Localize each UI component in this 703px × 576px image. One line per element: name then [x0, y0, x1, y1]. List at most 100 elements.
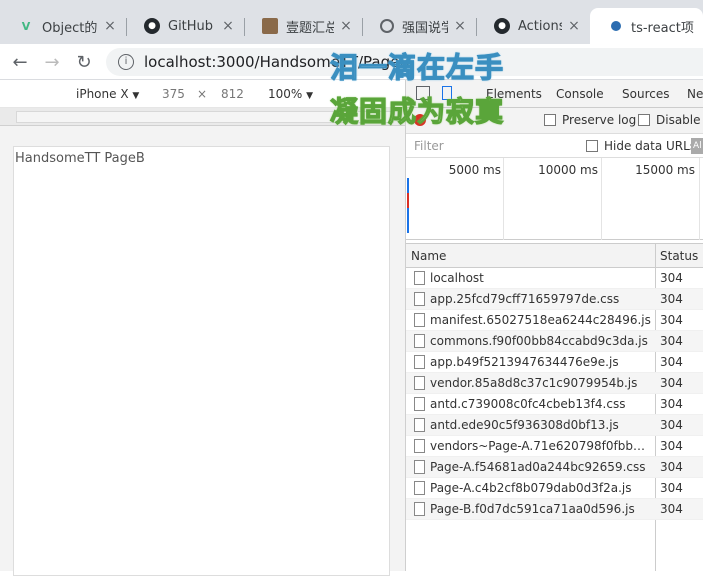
tab-title: Actions ·	[518, 18, 562, 34]
request-name: Page-A.f54681ad0a244bc92659.css	[430, 460, 646, 474]
globe-icon	[380, 19, 394, 33]
request-status: 304	[660, 439, 683, 453]
info-icon[interactable]: i	[118, 54, 134, 70]
preserve-log-checkbox[interactable]	[544, 114, 556, 126]
table-row[interactable]: commons.f90f00bb84ccabd9c3da.js 304	[406, 331, 703, 352]
request-name: app.25fcd79cff71659797de.css	[430, 292, 620, 306]
avatar-icon	[262, 18, 278, 34]
tab-title: Object的	[42, 20, 98, 36]
dot-icon	[611, 21, 621, 31]
document-icon	[414, 355, 425, 369]
device-screen[interactable]: HandsomeTT PageB	[13, 146, 390, 576]
devtools-panel: Elements Console Sources Ne Preserve log…	[405, 80, 703, 571]
all-filter-button[interactable]: Al	[691, 138, 703, 154]
timeline-label: 10000 ms	[538, 163, 598, 177]
document-icon	[414, 292, 425, 306]
request-name: localhost	[430, 271, 484, 285]
status-column-header[interactable]: Status	[660, 249, 698, 263]
close-tab-icon[interactable]: ×	[566, 18, 582, 34]
request-status: 304	[660, 271, 683, 285]
device-name: iPhone X	[76, 87, 129, 101]
zoom-value: 100%	[268, 87, 303, 101]
name-column-header[interactable]: Name	[411, 249, 446, 263]
request-name: antd.c739008c0fc4cbeb13f4.css	[430, 397, 626, 411]
table-row[interactable]: antd.ede90c5f936308d0bf13.js 304	[406, 415, 703, 436]
tab-title: ts-react项	[631, 20, 694, 36]
github-icon: ●	[494, 18, 510, 34]
requests-table: Name Status localhost 304 app.25fcd79cff71…	[406, 243, 703, 571]
zoom-select[interactable]: 100% ▼	[268, 87, 313, 101]
disable-cache-label: Disable c	[656, 113, 703, 127]
table-row[interactable]: app.25fcd79cff71659797de.css 304	[406, 289, 703, 310]
back-arrow-icon[interactable]: ←	[8, 50, 32, 74]
github-icon: ●	[144, 18, 160, 34]
requests-list: localhost 304 app.25fcd79cff71659797de.css…	[406, 268, 703, 520]
document-icon	[414, 418, 425, 432]
chevron-down-icon: ▼	[132, 91, 140, 101]
browser-tab-3[interactable]: 壹题汇总 ×	[244, 8, 362, 44]
request-status: 304	[660, 418, 683, 432]
request-name: manifest.65027518ea6244c28496.js	[430, 313, 651, 327]
request-name: app.b49f5213947634476e9e.js	[430, 355, 619, 369]
filter-bar: Filter Hide data URLs Al	[406, 134, 703, 158]
table-row[interactable]: Page-A.f54681ad0a244bc92659.css 304	[406, 457, 703, 478]
request-status: 304	[660, 292, 683, 306]
timeline-gridline	[699, 158, 700, 240]
document-icon	[414, 313, 425, 327]
device-height-input[interactable]: 812	[221, 87, 244, 101]
device-select[interactable]: iPhone X ▼	[76, 87, 139, 101]
watermark-line-2: 凝固成为寂寞	[329, 94, 505, 128]
table-row[interactable]: Page-B.f0d7dc591ca71aa0d596.js 304	[406, 499, 703, 520]
chevron-down-icon: ▼	[306, 91, 314, 101]
close-tab-icon[interactable]: ×	[220, 18, 236, 34]
document-icon	[414, 439, 425, 453]
hide-data-urls-label: Hide data URLs	[604, 139, 697, 153]
request-status: 304	[660, 481, 683, 495]
document-icon	[414, 271, 425, 285]
browser-tab-5[interactable]: ● Actions · ×	[476, 8, 590, 44]
close-tab-icon[interactable]: ×	[452, 18, 468, 34]
request-status: 304	[660, 355, 683, 369]
request-name: antd.ede90c5f936308d0bf13.js	[430, 418, 619, 432]
table-row[interactable]: antd.c739008c0fc4cbeb13f4.css 304	[406, 394, 703, 415]
browser-tab-4[interactable]: 强国说学 ×	[362, 8, 476, 44]
request-status: 304	[660, 502, 683, 516]
table-row[interactable]: Page-A.c4b2cf8b079dab0d3f2a.js 304	[406, 478, 703, 499]
filter-input[interactable]: Filter	[409, 137, 574, 155]
device-width-input[interactable]: 375	[162, 87, 185, 101]
timeline-label: 15000 ms	[635, 163, 695, 177]
tab-network[interactable]: Ne	[687, 87, 703, 101]
tab-sources[interactable]: Sources	[622, 87, 669, 101]
browser-tab-1[interactable]: V Object的 ×	[0, 8, 126, 44]
tab-console[interactable]: Console	[556, 87, 604, 101]
close-tab-icon[interactable]: ×	[338, 18, 354, 34]
tab-title: GitHub -	[168, 18, 216, 34]
disable-cache-checkbox[interactable]	[638, 114, 650, 126]
request-status: 304	[660, 376, 683, 390]
table-row[interactable]: vendor.85a8d8c37c1c9079954b.js 304	[406, 373, 703, 394]
request-name: Page-A.c4b2cf8b079dab0d3f2a.js	[430, 481, 632, 495]
table-row[interactable]: manifest.65027518ea6244c28496.js 304	[406, 310, 703, 331]
close-tab-icon[interactable]: ×	[102, 18, 118, 34]
request-name: vendors~Page-A.71e620798f0fbbe1d9b…	[430, 439, 652, 453]
table-row[interactable]: vendors~Page-A.71e620798f0fbbe1d9b… 304	[406, 436, 703, 457]
browser-tab-6[interactable]: ts-react项	[590, 8, 703, 44]
watermark-line-1: 泪一滴在左手	[329, 50, 505, 84]
document-icon	[414, 481, 425, 495]
hide-data-urls-checkbox[interactable]	[586, 140, 598, 152]
tab-title: 壹题汇总	[286, 20, 334, 36]
timeline-gridline	[503, 158, 504, 240]
request-name: commons.f90f00bb84ccabd9c3da.js	[430, 334, 648, 348]
table-row[interactable]: app.b49f5213947634476e9e.js 304	[406, 352, 703, 373]
document-icon	[414, 460, 425, 474]
dimension-separator: ×	[197, 87, 208, 101]
table-row[interactable]: localhost 304	[406, 268, 703, 289]
preserve-log-label: Preserve log	[562, 113, 637, 127]
forward-arrow-icon[interactable]: →	[40, 50, 64, 74]
request-status: 304	[660, 460, 683, 474]
network-overview-timeline[interactable]: 5000 ms 10000 ms 15000 ms	[406, 158, 703, 240]
document-icon	[414, 334, 425, 348]
document-icon	[414, 376, 425, 390]
reload-icon[interactable]: ↻	[72, 50, 96, 74]
browser-tab-2[interactable]: ● GitHub - ×	[126, 8, 244, 44]
